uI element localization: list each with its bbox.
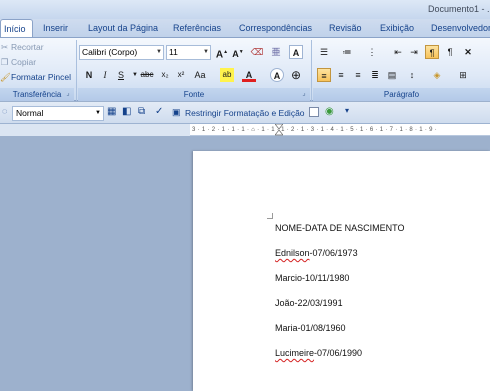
cut-button[interactable]: ✂ Recortar [0,41,44,54]
align-center-icon[interactable]: ≡ [334,68,348,82]
enclose-char-button[interactable]: A [270,68,284,82]
multilevel-list-icon[interactable]: ⋮ [365,45,379,59]
font-color-button[interactable]: A [242,68,256,82]
paragraph-group-label: Parágrafo [313,88,490,101]
bullets-icon[interactable]: ☰ [317,45,331,59]
copy-icon: ❐ [0,57,9,67]
list-item: Lucimeire-07/06/1990 [275,348,363,358]
clipboard-launcher-icon[interactable]: ⌟ [64,90,72,98]
copy-button[interactable]: ❐ Copiar [0,56,36,69]
tab-correspondencias[interactable]: Correspondências [239,19,312,38]
align-right-icon[interactable]: ≡ [351,68,365,82]
shading-icon[interactable]: ◈ [430,68,444,82]
chevron-down-icon: ▼ [95,110,101,116]
protect-icon[interactable]: ▣ [172,107,181,118]
highlight-button[interactable]: ab [220,68,234,82]
style-inspector-icon[interactable]: ◧ [122,106,131,117]
globe-icon[interactable]: ◉ [325,106,334,117]
shrink-font-button[interactable]: A▼ [231,45,245,59]
customize-toolbar-icon[interactable]: ▾ [345,106,349,115]
subscript-button[interactable]: x₂ [158,68,172,82]
crop-mark [267,213,273,219]
chevron-down-icon: ▼ [156,49,162,55]
checkbox-icon[interactable] [309,107,319,117]
superscript-button[interactable]: x² [174,68,188,82]
clear-format-icon[interactable]: ⌫ [250,45,264,59]
clipboard-group-label: Transferência [0,88,74,101]
ruler-margin [0,124,190,136]
list-item: Maria-01/08/1960 [275,323,346,333]
tab-inserir[interactable]: Inserir [43,19,68,38]
tab-desenvolvedor[interactable]: Desenvolvedor [431,19,490,38]
styles-icon[interactable]: ◌ [2,106,7,116]
format-painter-button[interactable]: 🖌Formatar Pincel [0,71,71,84]
window-title: Documento1 - . [428,4,490,14]
grow-font-button[interactable]: A▲ [215,45,229,60]
document-workspace: NOME-DATA DE NASCIMENTO Ednilson-07/06/1… [0,136,490,391]
numbering-icon[interactable]: ≔ [340,45,354,59]
increase-indent-icon[interactable]: ⇥ [407,45,421,59]
document-heading: NOME-DATA DE NASCIMENTO [275,223,405,233]
font-size-combo[interactable]: 11 ▼ [166,45,211,60]
group-divider [76,40,77,101]
check-icon[interactable]: ✓ [155,106,163,117]
align-left-icon[interactable]: ≡ [317,68,331,82]
ltr-direction-icon[interactable]: ¶ [425,45,439,59]
spelling-error: Ednilson [275,248,310,258]
group-divider [311,40,312,101]
strikethrough-button[interactable]: abc [140,68,154,82]
paintbrush-icon: 🖌 [0,72,11,82]
tab-layout[interactable]: Layout da Página [88,19,158,38]
distributed-icon[interactable]: ▤ [385,68,399,82]
encircle-icon[interactable]: ⊕ [289,68,303,82]
quick-format-bar: ◌ Normal ▼ ▦ ◧ ⧉ ✓ ▣ Restringir Formataçã… [0,102,490,124]
horizontal-ruler[interactable]: 3 · 1 · 2 · 1 · 1 · 1 · ⌂ · 1 · 1 · 1 · … [190,124,490,136]
tab-inicio[interactable]: Início [0,19,33,38]
phonetic-guide-icon[interactable]: 亜 [269,45,283,59]
title-bar: Documento1 - . [0,0,490,19]
ribbon-tabs: Início Inserir Layout da Página Referênc… [0,19,490,38]
rtl-direction-icon[interactable]: ¶ [443,45,457,59]
borders-icon[interactable]: ⊞ [456,68,470,82]
document-page[interactable]: NOME-DATA DE NASCIMENTO Ednilson-07/06/1… [193,151,490,391]
char-border-button[interactable]: A [289,45,303,59]
styles-pane-icon[interactable]: ▦ [107,106,116,117]
spelling-error: Lucimeire [275,348,315,358]
underline-button[interactable]: S [114,68,128,82]
justify-icon[interactable]: ≣ [368,68,382,82]
list-item: João-22/03/1991 [275,298,343,308]
font-launcher-icon[interactable]: ⌟ [300,90,308,98]
chevron-down-icon: ▼ [203,49,209,55]
indent-marker-icon[interactable] [275,124,283,136]
ribbon: ✂ Recortar ❐ Copiar 🖌Formatar Pincel Trans… [0,37,490,101]
decrease-indent-icon[interactable]: ⇤ [391,45,405,59]
change-case-button[interactable]: Aa [193,68,207,82]
asian-layout-icon[interactable]: ✕ [461,45,475,59]
scissors-icon: ✂ [0,42,9,52]
font-group-label: Fonte [78,88,310,101]
tab-exibicao[interactable]: Exibição [380,19,414,38]
tab-referencias[interactable]: Referências [173,19,221,38]
compare-icon[interactable]: ⧉ [138,106,145,117]
list-item: Ednilson-07/06/1973 [275,248,358,258]
tab-revisao[interactable]: Revisão [329,19,362,38]
italic-button[interactable]: I [98,68,112,82]
word-window: Documento1 - . Início Inserir Layout da … [0,0,490,391]
bold-button[interactable]: N [82,68,96,82]
style-combo[interactable]: Normal ▼ [12,106,104,121]
restrict-editing-button[interactable]: Restringir Formatação e Edição [185,108,305,118]
line-spacing-icon[interactable]: ↕ [405,68,419,82]
list-item: Marcio-10/11/1980 [275,273,350,283]
font-family-combo[interactable]: Calibri (Corpo) ▼ [79,45,164,60]
